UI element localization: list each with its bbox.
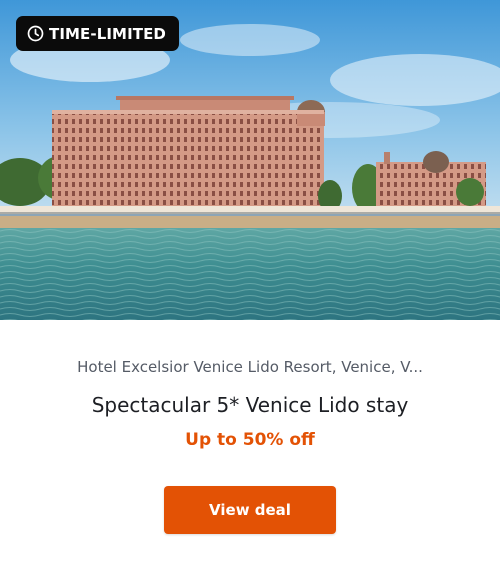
discount-text: Up to 50% off (185, 430, 315, 450)
badge-label: TIME-LIMITED (49, 24, 166, 43)
clock-icon (27, 25, 44, 42)
time-limited-badge: TIME-LIMITED (16, 16, 179, 51)
deal-card[interactable]: TIME-LIMITED Hotel Excelsior Venice Lido… (0, 0, 500, 569)
hotel-location: Hotel Excelsior Venice Lido Resort, Veni… (77, 358, 423, 376)
hotel-photo[interactable]: TIME-LIMITED (0, 0, 500, 320)
view-deal-button[interactable]: View deal (164, 486, 336, 534)
deal-title[interactable]: Spectacular 5* Venice Lido stay (0, 393, 500, 417)
deal-details: Hotel Excelsior Venice Lido Resort, Veni… (0, 320, 500, 569)
